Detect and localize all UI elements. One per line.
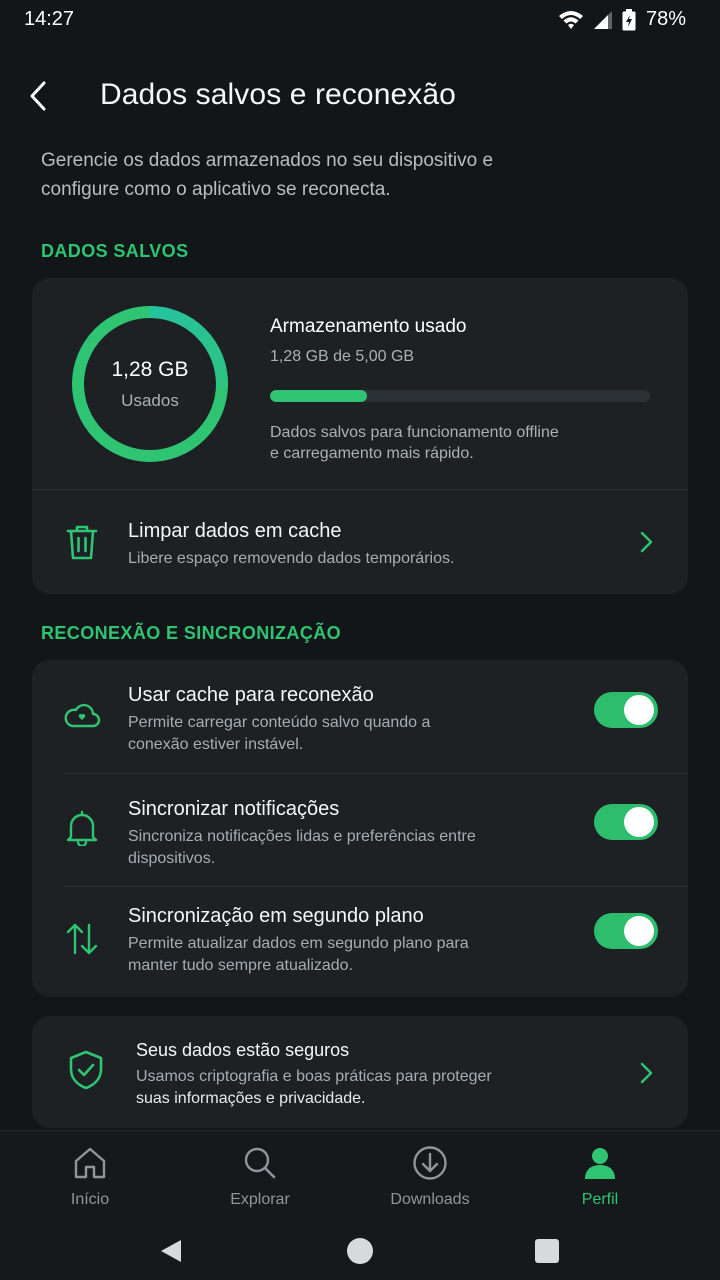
section-label-saved-data: DADOS SALVOS: [41, 241, 189, 261]
profile-icon: [515, 1145, 685, 1181]
trash-icon: [62, 522, 102, 562]
donut-caption: Usados: [121, 390, 179, 410]
toggle-sync-notifications[interactable]: [594, 804, 658, 840]
nav-label: Perfil: [581, 1191, 619, 1208]
setting-title: Usar cache para reconexão: [128, 684, 374, 706]
setting-title: Sincronização em segundo plano: [128, 905, 424, 927]
nav-label: Downloads: [390, 1191, 470, 1208]
donut-center: 1,28 GB Usados: [68, 302, 232, 466]
setting-row-sync-notifications[interactable]: Sincronizar notificações Sincroniza noti…: [32, 774, 688, 886]
battery-percent: 78%: [645, 8, 686, 30]
system-recents-icon[interactable]: [532, 1236, 562, 1266]
section-label-sync: RECONEXÃO E SINCRONIZAÇÃO: [41, 623, 342, 643]
system-back-icon[interactable]: [157, 1236, 187, 1266]
toggle-knob: [624, 807, 654, 837]
storage-progress-fill: [270, 390, 368, 402]
setting-subtitle: Permite carregar conteúdo salvo quando a…: [128, 714, 431, 753]
setting-row-reconnect-cache[interactable]: Usar cache para reconexão Permite carreg…: [32, 660, 688, 773]
cloud-icon: [62, 696, 102, 736]
storage-title: Armazenamento usado: [270, 316, 467, 337]
search-icon: [175, 1145, 345, 1181]
sync-card: Usar cache para reconexão Permite carreg…: [32, 660, 688, 997]
security-subtitle-line1: Usamos criptografia e boas práticas para…: [136, 1068, 492, 1085]
setting-subtitle: Permite atualizar dados em segundo plano…: [128, 935, 469, 974]
clear-cache-row[interactable]: Limpar dados em cache Libere espaço remo…: [32, 490, 688, 594]
setting-row-background-sync[interactable]: Sincronização em segundo plano Permite a…: [32, 887, 688, 997]
toggle-background-sync[interactable]: [594, 913, 658, 949]
donut-value: 1,28 GB: [111, 357, 189, 381]
toggle-reconnect-cache[interactable]: [594, 692, 658, 728]
clear-cache-subtitle: Libere espaço removendo dados temporário…: [128, 550, 455, 567]
bottom-nav: Início Explorar Downloads Perfil: [0, 1130, 720, 1220]
storage-amount: 1,28 GB de 5,00 GB: [270, 348, 415, 365]
nav-item-profile[interactable]: Perfil: [515, 1131, 685, 1221]
chevron-right-icon: [640, 1062, 653, 1084]
setting-title: Sincronizar notificações: [128, 798, 340, 820]
storage-info: Armazenamento usado 1,28 GB de 5,00 GB D…: [270, 316, 660, 464]
arrows-up-down-icon: [62, 919, 102, 959]
setting-subtitle: Sincroniza notificações lidas e preferên…: [128, 828, 476, 867]
page-description: Gerencie os dados armazenados no seu dis…: [41, 150, 494, 200]
back-button[interactable]: [18, 76, 58, 116]
status-icons: 78%: [558, 8, 686, 31]
battery-icon: [622, 8, 636, 31]
bell-icon: [62, 808, 102, 848]
storage-note: Dados salvos para funcionamento offline …: [270, 424, 559, 462]
status-bar: 14:27 78%: [0, 0, 720, 40]
status-time: 14:27: [24, 8, 75, 30]
system-nav-bar: [0, 1220, 720, 1280]
wifi-icon: [558, 9, 584, 31]
signal-icon: [592, 9, 614, 31]
nav-item-home[interactable]: Início: [5, 1131, 175, 1221]
toggle-knob: [624, 916, 654, 946]
chevron-left-icon: [30, 81, 46, 111]
page-title: Dados salvos e reconexão: [100, 78, 456, 111]
toggle-knob: [624, 695, 654, 725]
download-icon: [345, 1145, 515, 1181]
chevron-right-icon: [640, 531, 653, 553]
home-icon: [5, 1145, 175, 1181]
system-home-icon[interactable]: [345, 1236, 375, 1266]
shield-check-icon: [66, 1050, 106, 1090]
clear-cache-title: Limpar dados em cache: [128, 520, 342, 542]
nav-label: Início: [70, 1191, 110, 1208]
screen: 14:27 78% Dados salvos e reconexão Geren…: [0, 0, 720, 1280]
nav-item-downloads[interactable]: Downloads: [345, 1131, 515, 1221]
nav-label: Explorar: [230, 1191, 290, 1208]
security-title: Seus dados estão seguros: [136, 1040, 350, 1060]
security-subtitle-line2: suas informações e privacidade.: [136, 1090, 366, 1107]
storage-progress-bar: [270, 390, 650, 402]
saved-data-card: 1,28 GB Usados Armazenamento usado 1,28 …: [32, 278, 688, 594]
app-header: Dados salvos e reconexão: [0, 56, 720, 136]
security-card[interactable]: Seus dados estão seguros Usamos criptogr…: [32, 1016, 688, 1128]
nav-item-explore[interactable]: Explorar: [175, 1131, 345, 1221]
